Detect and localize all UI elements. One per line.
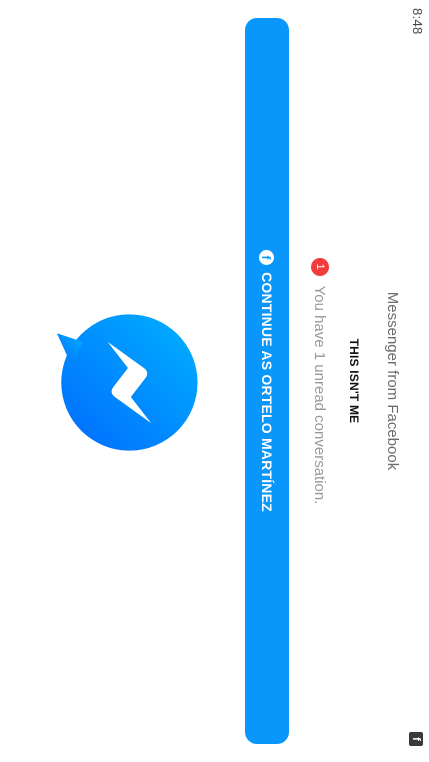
unread-text: You have 1 unread conversation. <box>311 285 329 505</box>
continue-as-user-button[interactable]: f CONTINUE AS ORTELO MARTÍNEZ <box>245 18 289 744</box>
status-time: 8:48 <box>410 8 425 35</box>
unread-count-badge: 1 <box>311 257 329 276</box>
facebook-icon: f <box>259 250 275 266</box>
login-screen: 8:48 f f CONTINUE AS ORTELO MARTÍNEZ 1 Y… <box>0 0 429 762</box>
continue-button-label: CONTINUE AS ORTELO MARTÍNEZ <box>259 272 275 512</box>
not-me-link[interactable]: THIS ISN'T ME <box>347 0 361 762</box>
status-bar: 8:48 f <box>403 0 429 762</box>
footer-brand-text: Messenger from Facebook <box>384 291 401 471</box>
facebook-notification-icon: f <box>409 732 423 746</box>
unread-notice: 1 You have 1 unread conversation. <box>309 0 331 762</box>
messenger-logo-icon <box>54 310 199 455</box>
messenger-logo-svg <box>56 314 198 451</box>
